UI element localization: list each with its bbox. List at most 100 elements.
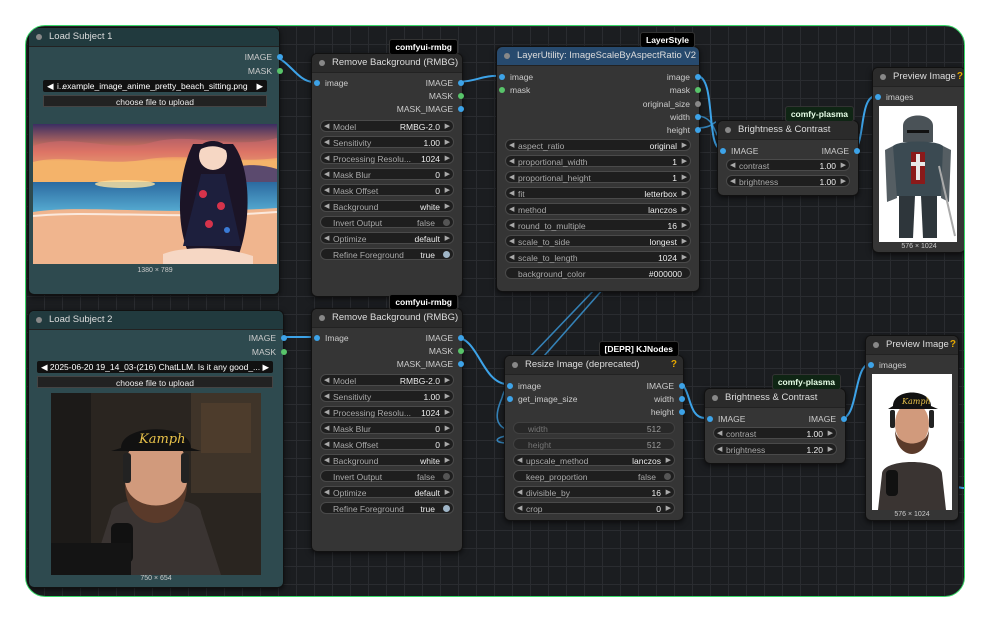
preview-image-node-2[interactable]: Preview Image? images Kamph 576 × 1024 [865, 335, 959, 521]
toggle-invert-output[interactable]: Invert Output false [320, 216, 454, 228]
node-title[interactable]: LayerUtility: ImageScaleByAspectRatio V2 [497, 47, 699, 66]
load-subject-2-node[interactable]: Load Subject 2 IMAGE MASK ◀ 2025-06-20 19… [28, 310, 287, 588]
widget-fit[interactable]: ◀ fit letterbox ▶ [505, 187, 691, 199]
brightness-contrast-node-1[interactable]: comfy-plasma Brightness & Contrast IMAGE… [717, 106, 860, 196]
widget-crop[interactable]: ◀ crop 0 ▶ [513, 502, 675, 514]
output-height[interactable]: height [651, 407, 685, 417]
knight-preview-image [879, 106, 957, 242]
node-graph-canvas[interactable]: Load Subject 1 IMAGE MASK ◀ i... example_… [25, 25, 965, 597]
image-dimensions: 576 × 1024 [901, 243, 937, 250]
node-title[interactable]: Resize Image (deprecated)? [505, 356, 683, 375]
widget-upscale-method[interactable]: ◀ upscale_method lanczos ▶ [513, 454, 675, 466]
widget-brightness[interactable]: ◀ brightness 1.00 ▶ [726, 175, 850, 187]
output-image[interactable]: IMAGE [809, 414, 847, 424]
output-image[interactable]: IMAGE [249, 333, 287, 343]
input-mask[interactable]: mask [499, 85, 530, 95]
widget-mask-offset[interactable]: ◀ Mask Offset 0 ▶ [320, 184, 454, 196]
output-mask-image[interactable]: MASK_IMAGE [397, 104, 464, 114]
help-icon[interactable]: ? [957, 68, 963, 86]
toggle-refine-foreground[interactable]: Refine Foreground true [320, 502, 454, 514]
widget-brightness[interactable]: ◀ brightness 1.20 ▶ [713, 443, 837, 455]
widget-model[interactable]: ◀ Model RMBG-2.0 ▶ [320, 374, 454, 386]
node-title[interactable]: Load Subject 1 [29, 28, 279, 47]
widget-contrast[interactable]: ◀ contrast 1.00 ▶ [713, 427, 837, 439]
widget-optimize[interactable]: ◀ Optimize default ▶ [320, 486, 454, 498]
widget-scale-to-side[interactable]: ◀ scale_to_side longest ▶ [505, 235, 691, 247]
widget-mask-blur[interactable]: ◀ Mask Blur 0 ▶ [320, 422, 454, 434]
output-image[interactable]: IMAGE [822, 146, 860, 156]
widget-method[interactable]: ◀ method lanczos ▶ [505, 203, 691, 215]
output-width[interactable]: width [670, 112, 701, 122]
widget-width[interactable]: width 512 [513, 422, 675, 434]
widget-divisible-by[interactable]: ◀ divisible_by 16 ▶ [513, 486, 675, 498]
streamer-preview-image: Kamph [872, 374, 952, 510]
load-subject-1-node[interactable]: Load Subject 1 IMAGE MASK ◀ i... example_… [28, 27, 283, 295]
input-image[interactable]: image [314, 78, 348, 88]
widget-aspect-ratio[interactable]: ◀ aspect_ratio original ▶ [505, 139, 691, 151]
widget-sensitivity[interactable]: ◀ Sensitivity 1.00 ▶ [320, 390, 454, 402]
widget-sensitivity[interactable]: ◀ Sensitivity 1.00 ▶ [320, 136, 454, 148]
output-image[interactable]: IMAGE [245, 52, 283, 62]
file-selector[interactable]: ◀ i... example_image_anime_pretty_beach_s… [43, 80, 267, 92]
node-title[interactable]: Remove Background (RMBG) [312, 309, 462, 328]
node-title[interactable]: Load Subject 2 [29, 311, 283, 330]
input-images[interactable]: images [868, 360, 906, 370]
widget-proportional-width[interactable]: ◀ proportional_width 1 ▶ [505, 155, 691, 167]
input-image[interactable]: IMAGE [720, 146, 758, 156]
node-title[interactable]: Preview Image? [873, 68, 964, 87]
output-mask[interactable]: mask [670, 85, 701, 95]
output-image[interactable]: image [667, 72, 701, 82]
toggle-refine-foreground[interactable]: Refine Foreground true [320, 248, 454, 260]
help-icon[interactable]: ? [671, 356, 677, 374]
file-selector[interactable]: ◀ 2025-06-20 19_14_03-(216) ChatLLM. Is i… [37, 361, 273, 373]
remove-background-node-2[interactable]: comfyui-rmbg Remove Background (RMBG) Im… [311, 294, 464, 552]
input-image[interactable]: image [507, 381, 541, 391]
node-title[interactable]: Brightness & Contrast [718, 121, 858, 140]
widget-contrast[interactable]: ◀ contrast 1.00 ▶ [726, 159, 850, 171]
output-mask[interactable]: MASK [248, 66, 283, 76]
brightness-contrast-node-2[interactable]: comfy-plasma Brightness & Contrast IMAGE… [704, 374, 847, 464]
node-title[interactable]: Brightness & Contrast [705, 389, 845, 408]
toggle-invert-output[interactable]: Invert Output false [320, 470, 454, 482]
upload-button[interactable]: choose file to upload [43, 95, 267, 107]
toggle-keep-proportion[interactable]: keep_proportion false [513, 470, 675, 482]
output-width[interactable]: width [654, 394, 685, 404]
node-title[interactable]: Preview Image? [866, 336, 958, 355]
output-mask[interactable]: MASK [429, 346, 464, 356]
image-dimensions: 1380 × 789 [137, 267, 173, 274]
resize-image-node[interactable]: [DEPR] KJNodes Resize Image (deprecated)… [504, 341, 685, 521]
output-mask[interactable]: MASK [429, 91, 464, 101]
input-images[interactable]: images [875, 92, 913, 102]
output-image[interactable]: IMAGE [426, 78, 464, 88]
widget-mask-blur[interactable]: ◀ Mask Blur 0 ▶ [320, 168, 454, 180]
widget-height[interactable]: height 512 [513, 438, 675, 450]
upload-button[interactable]: choose file to upload [37, 376, 273, 388]
preview-image-node-1[interactable]: Preview Image? images 576 × 1024 [872, 67, 964, 253]
output-height[interactable]: height [667, 125, 701, 135]
output-image[interactable]: IMAGE [426, 333, 464, 343]
widget-mask-offset[interactable]: ◀ Mask Offset 0 ▶ [320, 438, 454, 450]
widget-background[interactable]: ◀ Background white ▶ [320, 454, 454, 466]
widget-round-to-multiple[interactable]: ◀ round_to_multiple 16 ▶ [505, 219, 691, 231]
input-get-image-size[interactable]: get_image_size [507, 394, 578, 404]
widget-background[interactable]: ◀ Background white ▶ [320, 200, 454, 212]
input-image[interactable]: IMAGE [707, 414, 745, 424]
widget-background-color[interactable]: background_color #000000 [505, 267, 691, 279]
widget-optimize[interactable]: ◀ Optimize default ▶ [320, 232, 454, 244]
node-badge: LayerStyle [640, 32, 695, 48]
output-image[interactable]: IMAGE [647, 381, 685, 391]
output-original-size[interactable]: original_size [643, 99, 701, 109]
widget-scale-to-length[interactable]: ◀ scale_to_length 1024 ▶ [505, 251, 691, 263]
widget-processing-resolution[interactable]: ◀ Processing Resolu... 1024 ▶ [320, 406, 454, 418]
remove-background-node-1[interactable]: comfyui-rmbg Remove Background (RMBG) im… [311, 39, 464, 297]
widget-model[interactable]: ◀ Model RMBG-2.0 ▶ [320, 120, 454, 132]
input-image[interactable]: image [499, 72, 533, 82]
widget-proportional-height[interactable]: ◀ proportional_height 1 ▶ [505, 171, 691, 183]
output-mask-image[interactable]: MASK_IMAGE [397, 359, 464, 369]
widget-processing-resolution[interactable]: ◀ Processing Resolu... 1024 ▶ [320, 152, 454, 164]
output-mask[interactable]: MASK [252, 347, 287, 357]
image-scale-by-aspect-ratio-node[interactable]: LayerStyle LayerUtility: ImageScaleByAsp… [496, 32, 701, 292]
input-image[interactable]: Image [314, 333, 349, 343]
help-icon[interactable]: ? [950, 336, 956, 354]
node-title[interactable]: Remove Background (RMBG) [312, 54, 462, 73]
